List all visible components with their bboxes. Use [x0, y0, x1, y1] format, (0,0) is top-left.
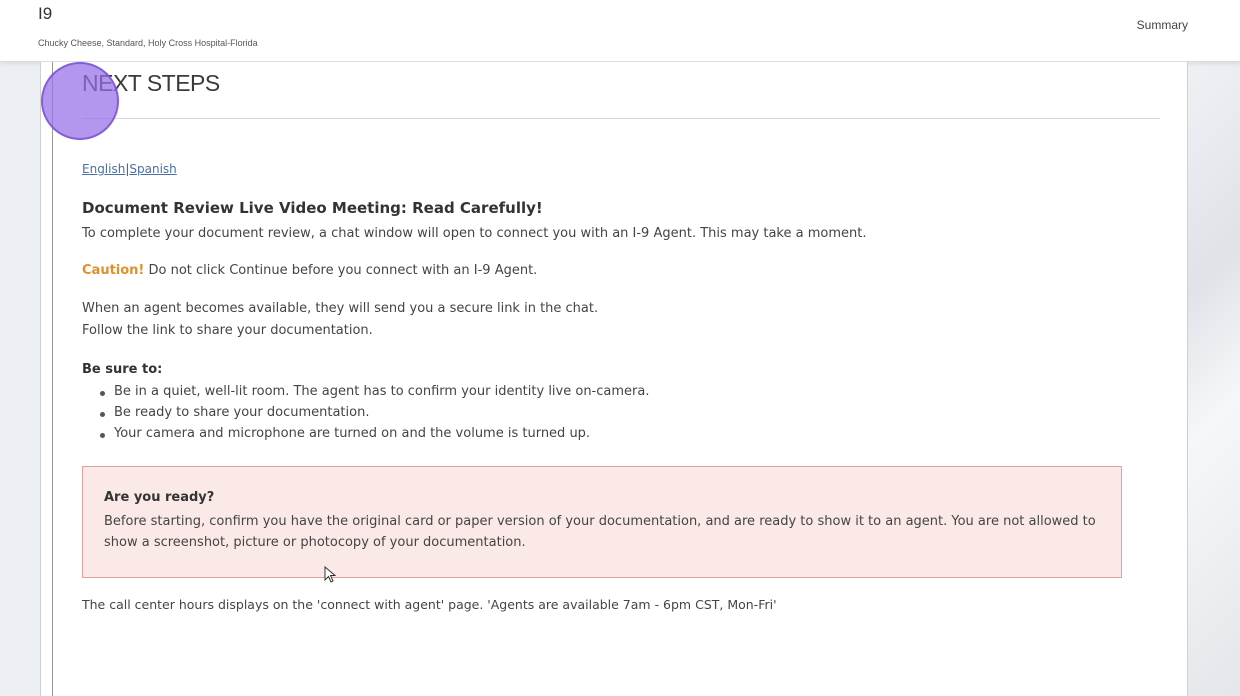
intro-text: To complete your document review, a chat…: [82, 226, 867, 241]
click-indicator-icon: [41, 62, 119, 140]
checklist: Be in a quiet, well-lit room. The agent …: [100, 384, 649, 447]
page-subtitle: Chucky Cheese, Standard, Holy Cross Hosp…: [38, 38, 258, 48]
list-item: Be in a quiet, well-lit room. The agent …: [100, 384, 649, 405]
title-divider: [82, 118, 1160, 119]
agent-text-line-1: When an agent becomes available, they wi…: [82, 301, 599, 316]
page-title: I9: [38, 4, 53, 23]
caution-text: Do not click Continue before you connect…: [144, 263, 538, 278]
mouse-cursor-icon: [324, 566, 337, 583]
top-header: I9 Chucky Cheese, Standard, Holy Cross H…: [0, 0, 1240, 62]
agent-text-line-2: Follow the link to share your documentat…: [82, 323, 373, 338]
alert-body: Before starting, confirm you have the or…: [104, 514, 1096, 550]
content-left-border: [52, 62, 53, 696]
alert-title: Are you ready?: [104, 490, 215, 505]
caution-line: Caution! Do not click Continue before yo…: [82, 263, 537, 278]
list-item: Be ready to share your documentation.: [100, 405, 649, 426]
background-decoration: [1180, 0, 1240, 696]
language-switcher: English|Spanish: [82, 162, 177, 176]
instructions-heading: Document Review Live Video Meeting: Read…: [82, 199, 543, 217]
spanish-link[interactable]: Spanish: [129, 162, 176, 176]
be-sure-heading: Be sure to:: [82, 362, 163, 377]
english-link[interactable]: English: [82, 162, 125, 176]
list-item: Your camera and microphone are turned on…: [100, 426, 649, 447]
call-center-hours: The call center hours displays on the 'c…: [82, 597, 777, 612]
caution-label: Caution!: [82, 263, 145, 278]
summary-link[interactable]: Summary: [1137, 18, 1188, 32]
ready-alert-box: Are you ready? Before starting, confirm …: [82, 466, 1122, 578]
